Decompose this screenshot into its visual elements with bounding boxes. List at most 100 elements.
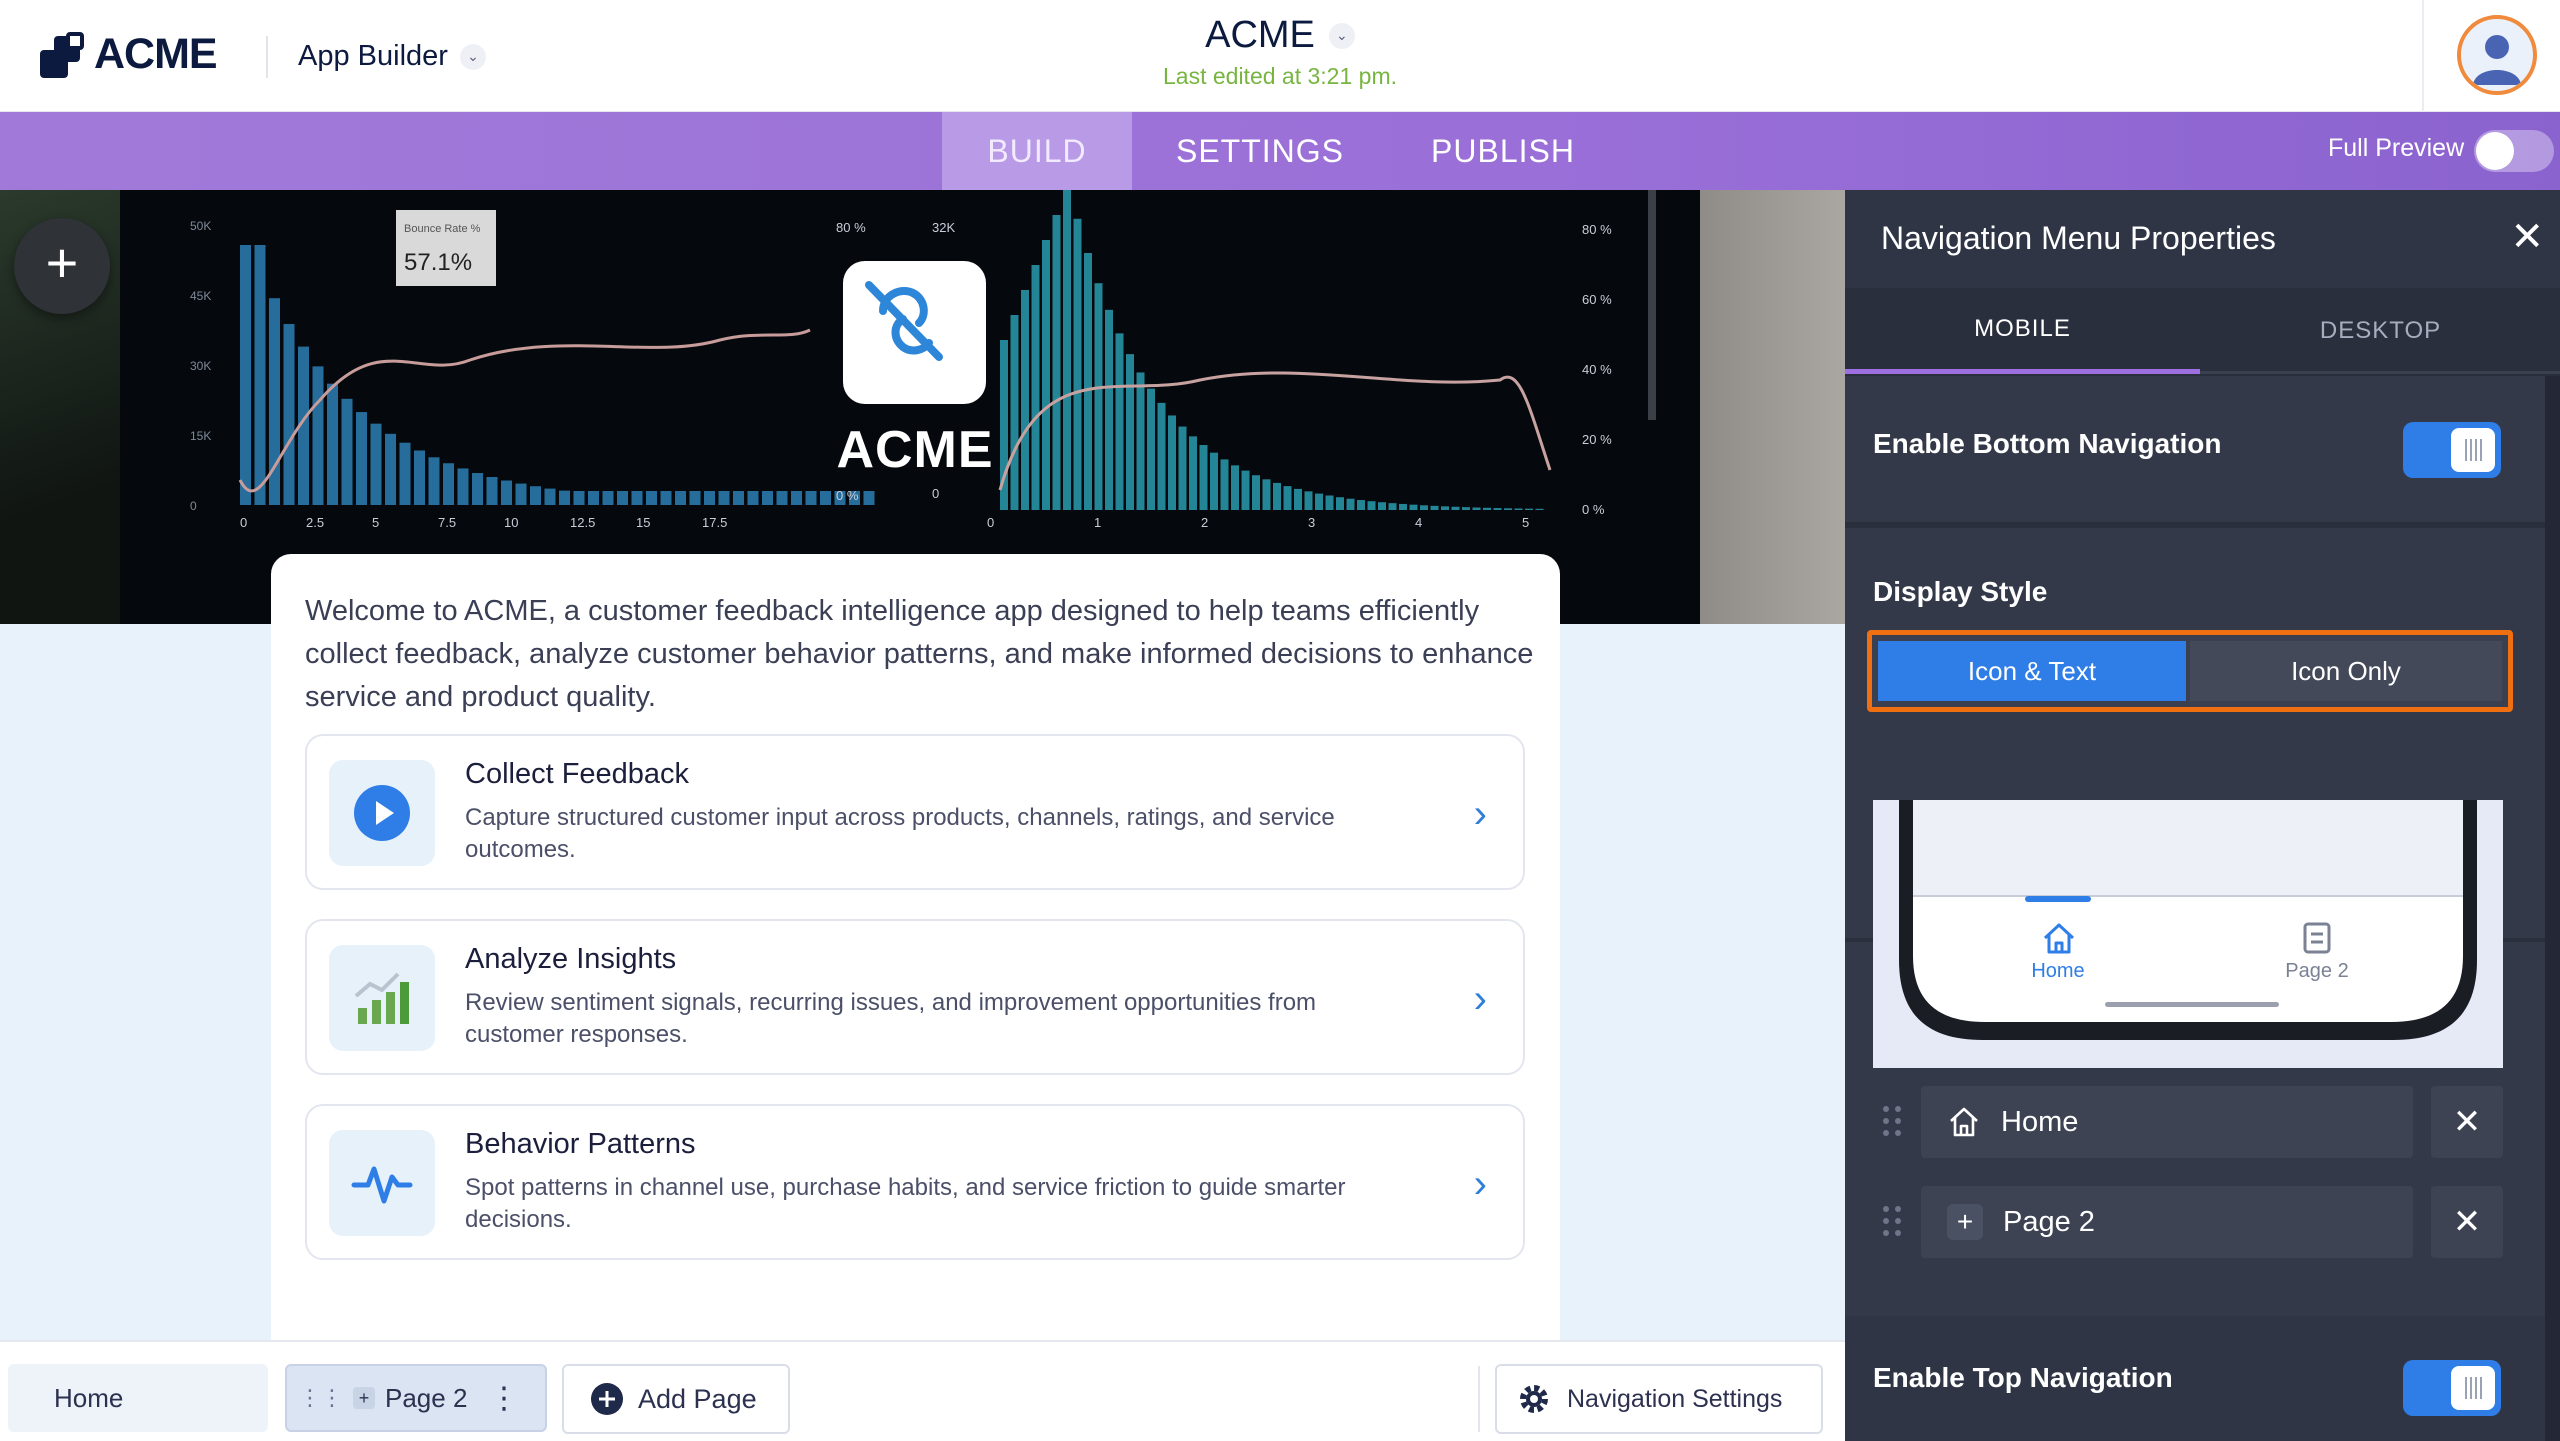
hero-tick-label: 0 %: [836, 488, 859, 503]
acme-logo-mark-icon: [40, 31, 86, 78]
hero-bar: [1304, 491, 1313, 510]
hero-tick-label: 0 %: [1582, 502, 1605, 517]
close-icon[interactable]: ✕: [2510, 214, 2544, 260]
plus-circle-icon: [591, 1383, 623, 1415]
feature-title: Behavior Patterns: [465, 1128, 696, 1160]
hero-bar: [1168, 415, 1176, 510]
more-vertical-icon[interactable]: ⋮: [489, 1381, 519, 1416]
bottom-nav-preview: Home Page 2: [1873, 800, 2503, 1068]
add-page-button[interactable]: Add Page: [562, 1364, 790, 1434]
hero-bar: [805, 491, 817, 505]
display-style-icon-only-option[interactable]: Icon Only: [2190, 641, 2502, 701]
page-tab-page-2[interactable]: ⋮⋮ + Page 2 ⋮: [285, 1364, 547, 1432]
tab-mobile[interactable]: MOBILE: [1845, 288, 2200, 374]
hero-bar: [1094, 283, 1103, 510]
page-icon: [2303, 922, 2331, 954]
drag-handle-icon[interactable]: [1883, 1106, 1907, 1138]
panel-scrollbar[interactable]: [2545, 376, 2560, 1441]
hero-bar: [457, 468, 469, 505]
header-divider: [266, 36, 268, 78]
drag-handle-icon[interactable]: ⋮⋮: [299, 1385, 343, 1411]
drag-handle-icon[interactable]: [1883, 1206, 1907, 1238]
hero-bar: [283, 324, 295, 505]
remove-nav-item-button[interactable]: ✕: [2431, 1086, 2503, 1158]
hero-tick-label: 0: [240, 515, 247, 530]
enable-top-nav-toggle[interactable]: [2403, 1360, 2501, 1416]
hero-bar: [1105, 309, 1113, 510]
add-component-button[interactable]: +: [14, 218, 110, 314]
display-style-icon-text-option[interactable]: Icon & Text: [1878, 641, 2186, 701]
hero-bar: [1115, 333, 1124, 510]
home-icon: [1950, 1107, 1978, 1137]
hero-bar: [501, 480, 512, 505]
feature-title: Analyze Insights: [465, 943, 677, 975]
remove-nav-item-button[interactable]: ✕: [2431, 1186, 2503, 1258]
hero-bar: [1409, 504, 1418, 510]
tab-publish[interactable]: PUBLISH: [1400, 112, 1606, 190]
hero-tick-label: 4: [1415, 515, 1422, 530]
hero-bar: [646, 491, 657, 505]
hero-bar: [414, 450, 425, 505]
feature-card-analyze-insights[interactable]: Analyze Insights Review sentiment signal…: [305, 919, 1525, 1075]
hero-tick-label: 15: [636, 515, 650, 530]
app-title-block: ACME ⌄ Last edited at 3:21 pm.: [1060, 14, 1500, 90]
hero-tick-label: 0: [932, 486, 939, 501]
tab-desktop[interactable]: DESKTOP: [2203, 288, 2558, 374]
hero-bar: [762, 491, 773, 505]
navigation-settings-button[interactable]: Navigation Settings: [1495, 1364, 1823, 1434]
hero-bar: [559, 490, 570, 505]
last-edited-text: Last edited at 3:21 pm.: [1163, 63, 1397, 89]
hero-bar: [1346, 498, 1355, 510]
enable-bottom-nav-toggle[interactable]: [2403, 422, 2501, 478]
hero-bar: [443, 463, 454, 505]
hero-bar: [240, 245, 251, 505]
home-icon: [2043, 923, 2075, 954]
hero-bar: [1220, 459, 1229, 510]
hero-tick-label: 80 %: [1582, 222, 1612, 237]
hero-bar: [1441, 506, 1449, 510]
feature-card-behavior-patterns[interactable]: Behavior Patterns Spot patterns in chann…: [305, 1104, 1525, 1260]
full-preview-toggle[interactable]: [2474, 130, 2554, 172]
page-tab-home[interactable]: Home: [8, 1364, 268, 1432]
hero-tick-label: 2: [1201, 515, 1208, 530]
app-title-dropdown[interactable]: ACME ⌄: [1205, 14, 1355, 57]
pulse-icon: [329, 1130, 435, 1236]
hero-tick-label: 50K: [190, 219, 211, 233]
user-avatar[interactable]: [2457, 15, 2537, 95]
feature-card-collect-feedback[interactable]: Collect Feedback Capture structured cust…: [305, 734, 1525, 890]
hero-bar: [472, 473, 483, 505]
hero-bar: [573, 491, 585, 505]
hero-bar: [776, 491, 788, 505]
user-icon: [2473, 35, 2521, 85]
app-builder-label: App Builder: [298, 40, 448, 72]
tab-settings[interactable]: SETTINGS: [1160, 112, 1360, 190]
hero-bar: [356, 412, 367, 505]
nav-item-label: Page 2: [2003, 1205, 2095, 1238]
navigation-settings-label: Navigation Settings: [1567, 1384, 1783, 1413]
hero-tick-label: 60 %: [1582, 292, 1612, 307]
hero-bar: [1052, 215, 1061, 510]
nav-item-page-2[interactable]: + Page 2: [1921, 1186, 2413, 1258]
hero-bar: [588, 491, 599, 505]
intro-text: Welcome to ACME, a customer feedback int…: [305, 595, 1534, 713]
display-style-label: Display Style: [1873, 576, 2048, 607]
hero-tick-label: 2.5: [306, 515, 324, 530]
hero-bar: [863, 491, 875, 505]
hero-bar: [1367, 501, 1376, 510]
hero-bar: [1535, 508, 1544, 510]
hero-bar: [1462, 507, 1470, 510]
hero-bar: [399, 442, 411, 505]
hero-bar: [1420, 505, 1428, 510]
nav-item-home[interactable]: Home: [1921, 1086, 2413, 1158]
chevron-right-icon: ›: [1473, 977, 1487, 1021]
hero-bar: [1483, 507, 1491, 510]
hero-bar: [1073, 218, 1082, 511]
hero-bar: [544, 488, 556, 505]
enable-bottom-nav-label: Enable Bottom Navigation: [1873, 428, 2222, 459]
app-builder-dropdown[interactable]: App Builder ⌄: [298, 40, 486, 73]
gear-icon: [1520, 1385, 1548, 1413]
chevron-right-icon: ›: [1473, 792, 1487, 836]
acme-logo[interactable]: ACME: [40, 30, 218, 79]
tab-build[interactable]: BUILD: [942, 112, 1132, 190]
hero-bar: [1126, 354, 1134, 510]
